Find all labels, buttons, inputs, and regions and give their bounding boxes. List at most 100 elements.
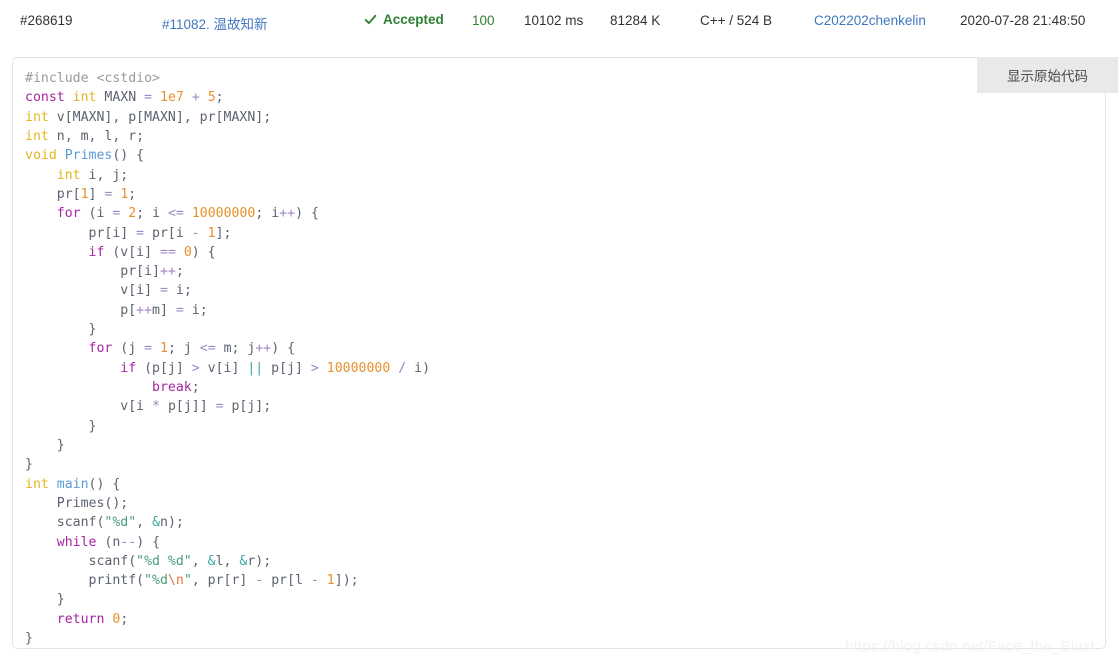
code-token: for <box>56 206 81 222</box>
code-token: , pr[r] <box>191 573 256 589</box>
code-token: 0 <box>183 244 192 260</box>
code-token: 1e7 <box>160 90 184 106</box>
code-token: = <box>136 225 145 241</box>
check-icon <box>364 13 377 26</box>
code-token: > <box>191 360 200 376</box>
code-token: ++ <box>279 206 296 222</box>
code-token: (j <box>112 341 145 357</box>
code-token: , <box>136 515 153 531</box>
code-token: l, <box>215 553 240 569</box>
status-badge: Accepted <box>364 12 444 27</box>
code-token: = <box>175 302 184 318</box>
code-panel: #include <cstdio> const int MAXN = 1e7 +… <box>12 57 1106 649</box>
code-token: ; <box>120 611 129 627</box>
memory-cell: 81284 K <box>610 13 660 28</box>
code-token: "%d" <box>104 515 137 531</box>
code-token: ) { <box>295 206 319 222</box>
code-token: int <box>25 476 49 492</box>
code-token: int <box>56 167 81 183</box>
code-token: p[j]; <box>223 399 272 415</box>
code-token: v[i] <box>25 283 160 299</box>
code-token: () { <box>88 476 121 492</box>
code-token: (p[j] <box>136 360 192 376</box>
code-token: return <box>56 611 105 627</box>
code-token: p[j]] <box>160 399 216 415</box>
code-token: m; j <box>215 341 256 357</box>
code-token: 10000000 <box>191 206 256 222</box>
show-source-button[interactable]: 显示原始代码 <box>977 57 1118 93</box>
code-token: ; i <box>136 206 168 222</box>
code-token: = <box>159 283 168 299</box>
code-token: + <box>191 90 200 106</box>
code-token: i, j; <box>80 167 129 183</box>
code-token: main <box>56 476 89 492</box>
code-token: ) { <box>271 341 296 357</box>
code-token: i; <box>183 302 208 318</box>
code-token: ) { <box>136 534 161 550</box>
problem-link[interactable]: #11082. 温故知新 <box>162 13 268 33</box>
score-cell: 100 <box>472 13 495 28</box>
code-token: = <box>144 90 153 106</box>
code-token: } <box>25 322 97 338</box>
code-token: 10000000 <box>326 360 391 376</box>
submission-id-cell: #268619 <box>20 13 73 28</box>
code-token: > <box>310 360 319 376</box>
code-token: == <box>160 244 176 260</box>
code-token: const <box>25 90 65 106</box>
code-token: 1 <box>326 573 335 589</box>
problem-cell[interactable]: #11082. 温故知新 <box>162 13 268 33</box>
code-token: || <box>247 360 264 376</box>
code-token: ; <box>128 186 137 202</box>
code-token: - <box>310 573 319 589</box>
code-token: , <box>191 553 208 569</box>
source-code[interactable]: #include <cstdio> const int MAXN = 1e7 +… <box>25 69 430 648</box>
code-token: ] <box>88 186 105 202</box>
code-token: - <box>191 225 200 241</box>
code-token: #include <cstdio> <box>25 71 160 86</box>
code-token: for <box>88 341 113 357</box>
code-token: <= <box>167 206 184 222</box>
code-token: "%d %d" <box>136 553 192 569</box>
code-token: "%d <box>144 573 168 589</box>
code-token: } <box>25 631 33 647</box>
user-cell[interactable]: C202202chenkelin <box>814 13 926 28</box>
code-token: = <box>144 341 153 357</box>
code-token: pr[l <box>263 573 311 589</box>
code-token: m] <box>152 302 176 318</box>
code-token: * <box>152 399 160 415</box>
code-token: MAXN <box>96 90 145 106</box>
code-token: Primes <box>64 148 113 164</box>
code-token: (i <box>80 206 113 222</box>
code-token: ++ <box>255 341 272 357</box>
code-token: <= <box>199 341 216 357</box>
code-token: () { <box>112 148 145 164</box>
code-token: pr[i <box>144 225 192 241</box>
code-token: pr[i] <box>25 225 137 241</box>
code-token: & <box>152 515 161 531</box>
code-token: 1 <box>80 186 89 202</box>
memory-value: 81284 K <box>610 13 661 28</box>
time-value: 10102 ms <box>524 13 584 28</box>
code-token: ; i <box>255 206 280 222</box>
code-token: & <box>207 553 216 569</box>
code-token: ; j <box>167 341 200 357</box>
code-token: int <box>72 90 97 106</box>
code-token: pr[i] <box>25 264 160 280</box>
datetime-value: 2020-07-28 21:48:50 <box>960 13 1086 28</box>
user-link[interactable]: C202202chenkelin <box>814 13 926 28</box>
code-token: pr[ <box>25 186 81 202</box>
